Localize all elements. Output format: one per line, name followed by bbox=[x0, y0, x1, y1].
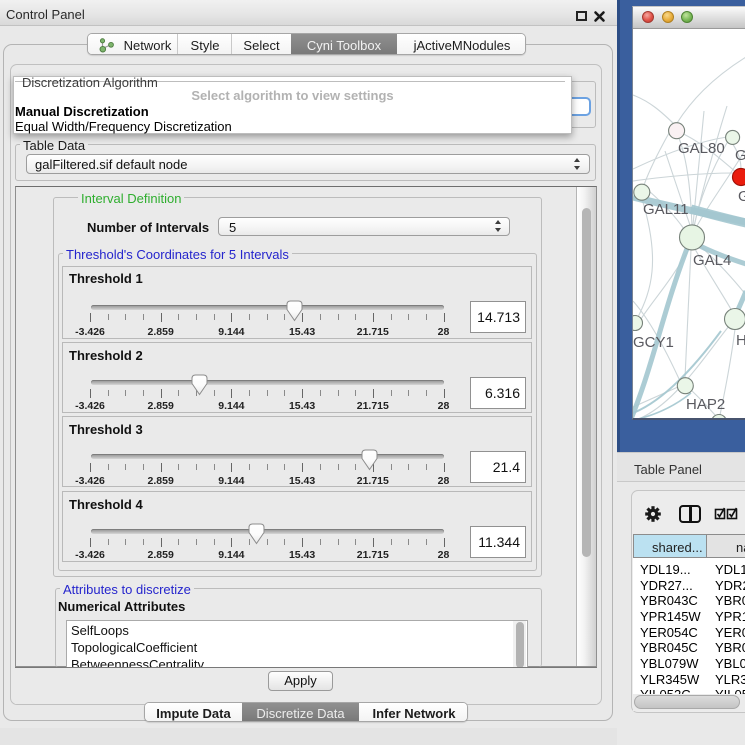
svg-text:GAL4: GAL4 bbox=[693, 252, 731, 269]
svg-text:H: H bbox=[736, 332, 745, 349]
svg-text:GAL80: GAL80 bbox=[678, 140, 725, 157]
svg-text:G: G bbox=[738, 188, 745, 205]
svg-text:GAL11: GAL11 bbox=[643, 201, 689, 218]
svg-text:GCY1: GCY1 bbox=[633, 334, 674, 351]
svg-text:G: G bbox=[735, 147, 745, 164]
svg-text:HAP2: HAP2 bbox=[686, 396, 725, 413]
